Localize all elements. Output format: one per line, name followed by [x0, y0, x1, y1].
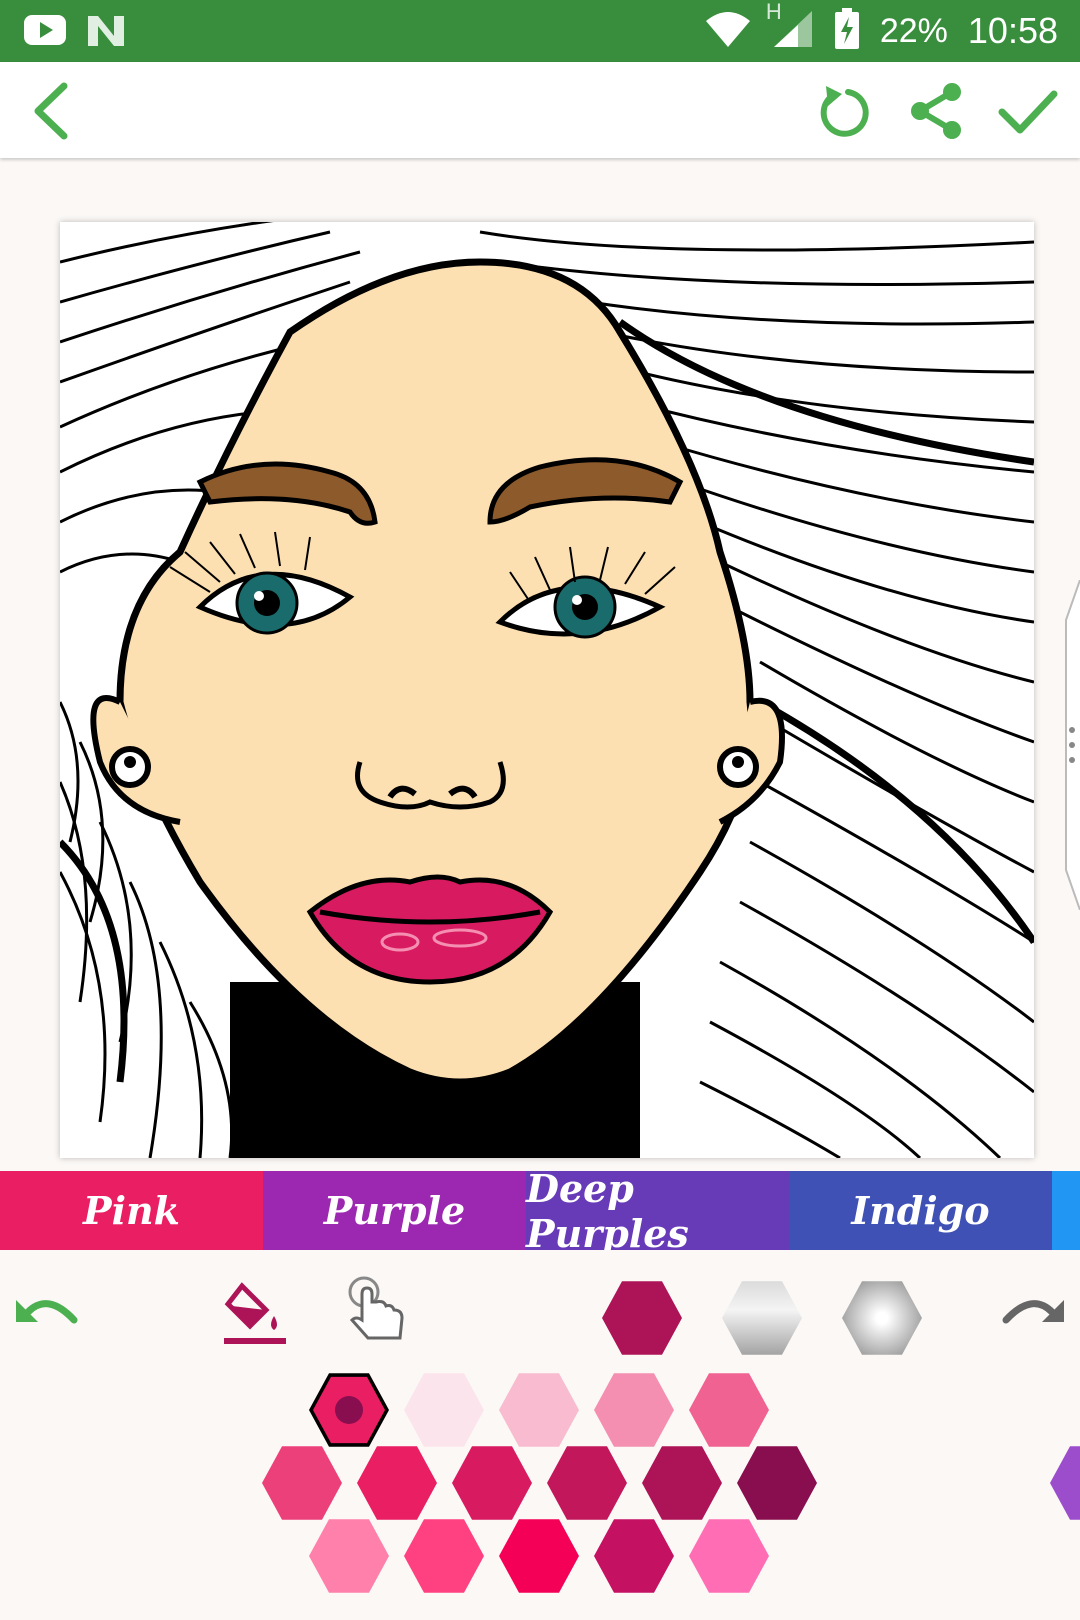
swatch-pink-300[interactable]	[689, 1373, 769, 1447]
wifi-icon	[704, 9, 752, 53]
tab-deep-purples[interactable]: Deep Purples	[526, 1171, 789, 1250]
reset-icon[interactable]	[812, 80, 874, 142]
notification-n-icon	[86, 12, 126, 52]
status-bar: H 22% 10:58	[0, 0, 1080, 62]
gradient-swatch-silver[interactable]	[722, 1281, 802, 1355]
redo-icon[interactable]	[1000, 1286, 1066, 1334]
swatch-pink-a700[interactable]	[594, 1519, 674, 1593]
swatch-pink-100[interactable]	[499, 1373, 579, 1447]
swatch-pink-a100[interactable]	[309, 1519, 389, 1593]
signal-icon: H	[766, 0, 814, 53]
battery-percent: 22%	[879, 11, 948, 50]
swatch-hot-pink[interactable]	[689, 1519, 769, 1593]
coloring-artwork[interactable]	[60, 222, 1034, 1158]
swatch-pink-500[interactable]	[357, 1446, 437, 1520]
tab-blue[interactable]	[1052, 1171, 1080, 1250]
share-icon[interactable]	[906, 80, 968, 142]
youtube-icon	[24, 13, 66, 51]
swatch-pink-800[interactable]	[642, 1446, 722, 1520]
battery-icon	[834, 8, 860, 54]
swatch-pink-400[interactable]	[262, 1446, 342, 1520]
undo-icon[interactable]	[14, 1286, 80, 1334]
swatch-pink-900[interactable]	[737, 1446, 817, 1520]
swatch-pink-a400[interactable]	[499, 1519, 579, 1593]
touch-hand-icon[interactable]	[342, 1274, 412, 1348]
coloring-canvas[interactable]	[60, 222, 1034, 1158]
swatch-pink-600[interactable]	[452, 1446, 532, 1520]
swatch-pink-a200[interactable]	[404, 1519, 484, 1593]
clock: 10:58	[967, 10, 1058, 51]
color-tools-panel	[0, 1250, 1080, 1620]
selected-indicator	[335, 1396, 363, 1424]
tab-indigo[interactable]: Indigo	[789, 1171, 1052, 1250]
next-palette-peek[interactable]	[1050, 1446, 1080, 1520]
paint-bucket-icon[interactable]	[222, 1278, 288, 1348]
swatch-pink-200[interactable]	[594, 1373, 674, 1447]
top-toolbar	[0, 62, 1080, 158]
palette-tabs: Pink Purple Deep Purples Indigo	[0, 1171, 1080, 1250]
back-arrow-icon[interactable]	[24, 80, 86, 142]
side-drawer-handle[interactable]	[1062, 579, 1080, 911]
swatch-pink-50[interactable]	[404, 1373, 484, 1447]
gradient-swatch-radial[interactable]	[842, 1281, 922, 1355]
current-color-swatch[interactable]	[602, 1281, 682, 1355]
check-icon[interactable]	[996, 80, 1058, 142]
tab-pink[interactable]: Pink	[0, 1171, 263, 1250]
swatch-pink-700[interactable]	[547, 1446, 627, 1520]
tab-purple[interactable]: Purple	[263, 1171, 526, 1250]
network-type-label: H	[765, 0, 782, 24]
